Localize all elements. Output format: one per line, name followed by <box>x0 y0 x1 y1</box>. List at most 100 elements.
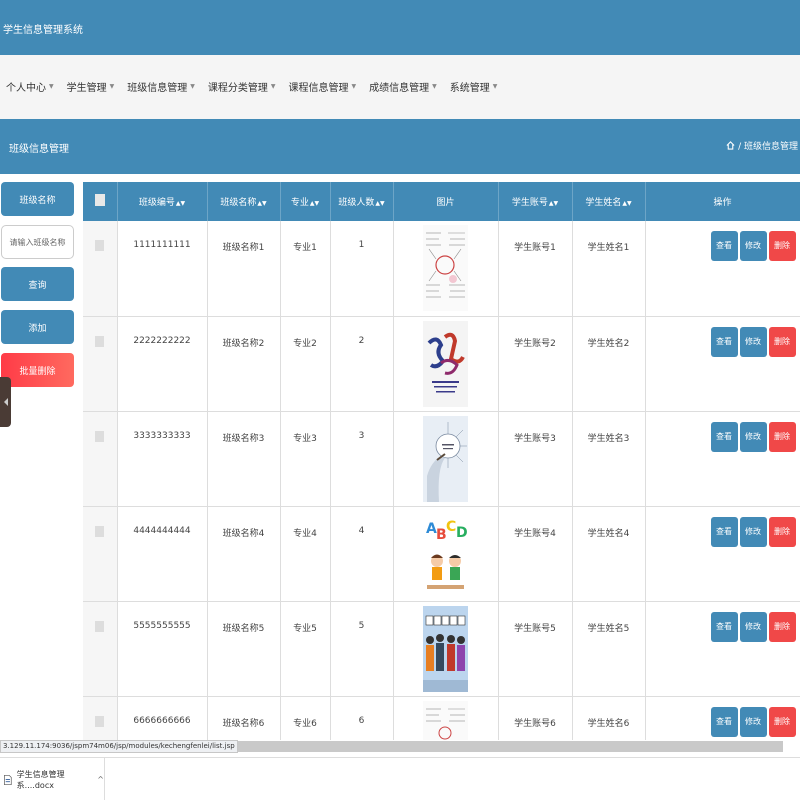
nav-item-grades[interactable]: 成绩信息管理 ▼ <box>369 79 437 94</box>
calligraphy-thumbnail[interactable] <box>423 320 468 407</box>
business-diagram-thumbnail[interactable] <box>423 415 468 502</box>
student-name-cell: 学生姓名2 <box>572 316 646 412</box>
view-button[interactable]: 查看 <box>710 326 738 357</box>
nav-item-label: 个人中心 <box>6 83 46 94</box>
col-major[interactable]: 专业▲▼ <box>280 182 331 221</box>
nav-item-label: 课程分类管理 <box>207 83 268 94</box>
column-label: 学生账号 <box>511 198 548 208</box>
table-row: 5555555555 班级名称5 专业5 5 学生账号5 学生姓名5 查看 修改删… <box>83 601 800 697</box>
nav-item-label: 成绩信息管理 <box>369 83 430 94</box>
view-button[interactable]: 查看 <box>710 421 738 452</box>
table-header-row: 班级编号▲▼ 班级名称▲▼ 专业▲▼ 班级人数▲▼ 图片 学生账号▲▼ 学生姓名… <box>83 182 800 221</box>
kids-alphabet-thumbnail[interactable]: ABCD <box>423 510 468 597</box>
actions-cell: 查看 修改 删除 <box>645 506 800 602</box>
image-cell <box>393 221 499 317</box>
class-table: 班级编号▲▼ 班级名称▲▼ 专业▲▼ 班级人数▲▼ 图片 学生账号▲▼ 学生姓名… <box>83 182 800 740</box>
row-select-cell <box>83 411 118 507</box>
column-label: 操作 <box>713 198 732 208</box>
delete-button[interactable]: 删除 <box>768 326 796 357</box>
actions-cell: 查看 修改 删除 <box>645 696 800 740</box>
mindmap-thumbnail[interactable] <box>423 700 468 741</box>
sort-icon: ▲▼ <box>175 200 186 207</box>
image-cell <box>393 601 499 697</box>
sort-icon: ▲▼ <box>548 200 559 207</box>
student-name-cell: 学生姓名6 <box>572 696 646 740</box>
col-class-code[interactable]: 班级编号▲▼ <box>117 182 208 221</box>
nav-item-label: 系统管理 <box>449 83 490 94</box>
view-button[interactable]: 查看 <box>710 231 738 261</box>
row-select-cell <box>83 221 118 317</box>
edit-button[interactable]: 修改 <box>739 706 767 737</box>
col-class-name[interactable]: 班级名称▲▼ <box>207 182 281 221</box>
nav-item-personal[interactable]: 个人中心 ▼ <box>6 79 54 94</box>
hello-kids-thumbnail[interactable] <box>423 605 468 692</box>
sort-icon: ▲▼ <box>257 200 267 207</box>
edit-button[interactable]: 修改 <box>739 231 767 261</box>
select-all-header <box>83 182 118 221</box>
row-checkbox[interactable] <box>95 430 105 442</box>
nav-item-courses[interactable]: 课程信息管理 ▼ <box>289 79 357 94</box>
app-header: 学生信息管理系统 <box>0 0 800 55</box>
svg-text:C: C <box>446 519 456 535</box>
chevron-up-icon[interactable]: ^ <box>97 775 104 784</box>
page-title: 班级信息管理 <box>9 144 69 155</box>
col-actions: 操作 <box>645 182 800 221</box>
row-checkbox[interactable] <box>95 715 105 727</box>
class-code-cell: 4444444444 <box>117 506 208 602</box>
image-cell <box>393 411 499 507</box>
class-code-cell: 3333333333 <box>117 411 208 507</box>
nav-item-classes[interactable]: 班级信息管理 ▼ <box>127 79 195 94</box>
home-icon[interactable] <box>726 141 735 150</box>
delete-button[interactable]: 删除 <box>768 611 796 642</box>
edit-button[interactable]: 修改 <box>739 516 767 547</box>
class-name-input[interactable]: 请输入班级名称 <box>1 225 74 259</box>
col-student-account[interactable]: 学生账号▲▼ <box>498 182 573 221</box>
add-button[interactable]: 添加 <box>1 310 74 344</box>
app-title: 学生信息管理系统 <box>3 25 83 36</box>
delete-button[interactable]: 删除 <box>768 516 796 547</box>
delete-button[interactable]: 删除 <box>768 706 796 737</box>
class-code-cell: 1111111111 <box>117 221 208 317</box>
row-checkbox[interactable] <box>95 335 105 347</box>
major-cell: 专业4 <box>280 506 331 602</box>
row-checkbox[interactable] <box>95 525 105 537</box>
class-size-cell: 5 <box>330 601 394 697</box>
nav-item-system[interactable]: 系统管理 ▼ <box>450 79 498 94</box>
sidebar-collapse-tab[interactable] <box>0 377 11 427</box>
table-row: 2222222222 班级名称2 专业2 2 学生账号2 学生姓名2 查看 修改删… <box>83 316 800 412</box>
caret-down-icon: ▼ <box>109 83 115 90</box>
column-label: 班级人数 <box>338 198 375 208</box>
table-row: 6666666666 班级名称6 专业6 6 学生账号6 学生姓名6 查看 修改删… <box>83 696 800 740</box>
nav-item-students[interactable]: 学生管理 ▼ <box>67 79 115 94</box>
row-checkbox[interactable] <box>95 240 105 251</box>
col-class-size[interactable]: 班级人数▲▼ <box>330 182 394 221</box>
delete-button[interactable]: 删除 <box>768 231 796 261</box>
class-name-cell: 班级名称4 <box>207 506 281 602</box>
batch-delete-button[interactable]: 批量删除 <box>1 353 74 387</box>
delete-button[interactable]: 删除 <box>768 421 796 452</box>
query-button[interactable]: 查询 <box>1 267 74 301</box>
class-size-cell: 3 <box>330 411 394 507</box>
download-item[interactable]: 学生信息管理系....docx ^ <box>0 758 105 800</box>
edit-button[interactable]: 修改 <box>739 421 767 452</box>
download-filename: 学生信息管理系....docx <box>16 769 65 790</box>
image-cell <box>393 316 499 412</box>
mindmap-thumbnail[interactable] <box>423 225 468 311</box>
select-all-checkbox[interactable] <box>94 194 105 206</box>
row-checkbox[interactable] <box>95 620 105 632</box>
class-size-cell: 2 <box>330 316 394 412</box>
view-button[interactable]: 查看 <box>710 611 738 642</box>
col-student-name[interactable]: 学生姓名▲▼ <box>572 182 646 221</box>
edit-button[interactable]: 修改 <box>739 326 767 357</box>
view-button[interactable]: 查看 <box>710 706 738 737</box>
image-cell: ABCD <box>393 506 499 602</box>
student-account-cell: 学生账号1 <box>498 221 573 317</box>
main-nav: 个人中心 ▼ 学生管理 ▼ 班级信息管理 ▼ 课程分类管理 ▼ 课程信息管理 ▼ 成绩信息… <box>0 55 800 119</box>
chevron-left-icon <box>3 398 8 406</box>
nav-item-label: 课程信息管理 <box>288 83 349 94</box>
actions-cell: 查看 修改 删除 <box>645 601 800 697</box>
nav-item-course-categories[interactable]: 课程分类管理 ▼ <box>208 79 276 94</box>
edit-button[interactable]: 修改 <box>739 611 767 642</box>
view-button[interactable]: 查看 <box>710 516 738 547</box>
breadcrumb: / 班级信息管理 <box>726 139 798 152</box>
